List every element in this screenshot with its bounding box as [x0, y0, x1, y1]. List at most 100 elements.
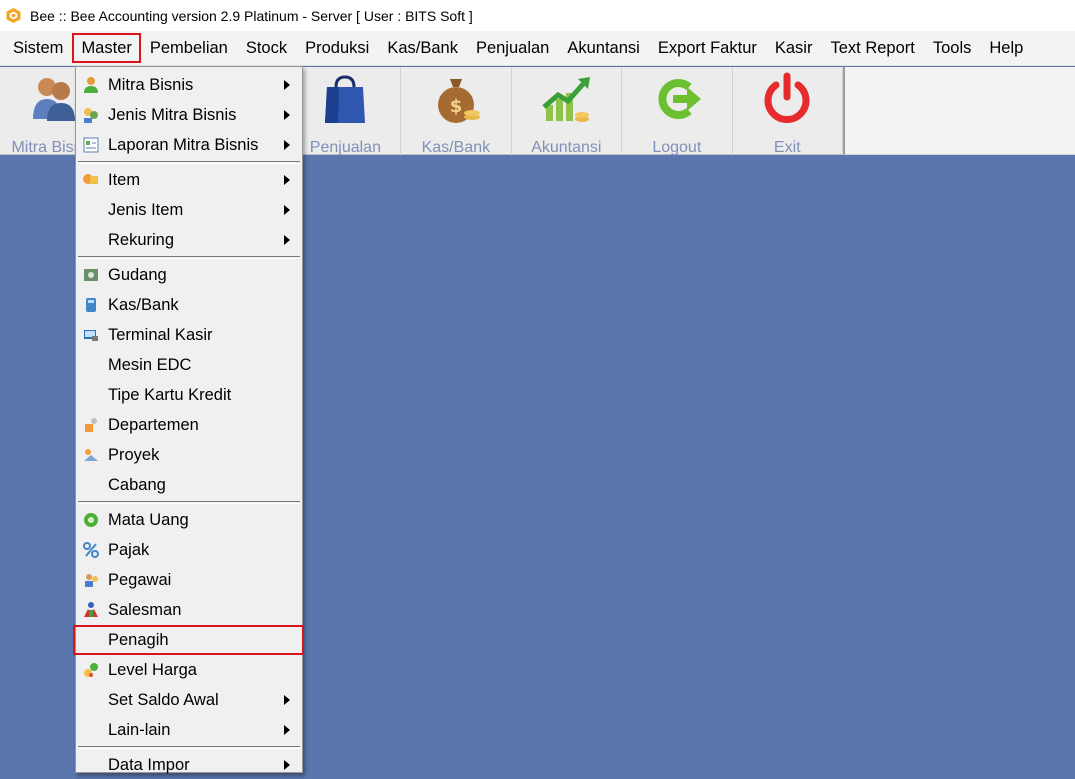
menu-item-label: Set Saldo Awal — [108, 690, 219, 709]
toolbar-exit-button[interactable]: Exit — [733, 67, 843, 156]
menu-item-label: Laporan Mitra Bisnis — [108, 135, 259, 154]
toolbar-akuntansi-button[interactable]: Akuntansi — [512, 67, 623, 156]
menu-pembelian[interactable]: Pembelian — [141, 33, 237, 63]
menu-item-label: Level Harga — [108, 660, 197, 679]
menu-item-pegawai[interactable]: Pegawai — [76, 565, 302, 595]
menu-item-label: Departemen — [108, 415, 199, 434]
menu-item-label: Tipe Kartu Kredit — [108, 385, 232, 404]
report-icon — [80, 134, 102, 156]
menu-item-penagih[interactable]: Penagih — [73, 625, 304, 655]
menu-stock[interactable]: Stock — [237, 33, 296, 63]
menu-export-faktur[interactable]: Export Faktur — [649, 33, 766, 63]
menu-item-label: Mitra Bisnis — [108, 75, 194, 94]
menu-item-item[interactable]: Item — [76, 165, 302, 195]
menu-item-label: Lain-lain — [108, 720, 171, 739]
price-level-icon — [80, 659, 102, 681]
menu-item-mesin-edc[interactable]: Mesin EDC — [76, 350, 302, 380]
menu-item-label: Rekuring — [108, 230, 175, 249]
window-title: Bee :: Bee Accounting version 2.9 Platin… — [30, 7, 473, 24]
toolbar-label: Kas/Bank — [421, 139, 491, 156]
toolbar-kas-bank-button[interactable]: $ Kas/Bank — [401, 67, 512, 156]
menu-item-salesman[interactable]: Salesman — [76, 595, 302, 625]
business-partners-icon — [25, 71, 81, 127]
menu-sistem[interactable]: Sistem — [4, 33, 72, 63]
submenu-arrow-icon — [284, 80, 290, 90]
menu-item-gudang[interactable]: Gudang — [76, 260, 302, 290]
menu-separator — [78, 501, 300, 504]
person-icon — [80, 74, 102, 96]
menu-item-data-impor[interactable]: Data Impor — [76, 750, 302, 779]
menu-item-terminal-kasir[interactable]: Terminal Kasir — [76, 320, 302, 350]
menu-item-jenis-mitra-bisnis[interactable]: Jenis Mitra Bisnis — [76, 100, 302, 130]
menu-kasir[interactable]: Kasir — [766, 33, 822, 63]
menu-item-label: Cabang — [108, 475, 166, 494]
menu-item-rekuring[interactable]: Rekuring — [76, 225, 302, 255]
menu-item-label: Mesin EDC — [108, 355, 192, 374]
item-box-icon — [80, 169, 102, 191]
shopping-bag-icon — [317, 71, 373, 127]
toolbar-penjualan-button[interactable]: Penjualan — [291, 67, 402, 156]
menu-item-label: Kas/Bank — [108, 295, 179, 314]
empty-icon-slot — [80, 229, 102, 251]
menu-item-kas-bank[interactable]: Kas/Bank — [76, 290, 302, 320]
growth-chart-icon — [538, 71, 594, 127]
menu-item-tipe-kartu-kredit[interactable]: Tipe Kartu Kredit — [76, 380, 302, 410]
menu-item-jenis-item[interactable]: Jenis Item — [76, 195, 302, 225]
submenu-arrow-icon — [284, 760, 290, 770]
menu-master[interactable]: Master — [72, 33, 141, 63]
menu-item-level-harga[interactable]: Level Harga — [76, 655, 302, 685]
warehouse-icon — [80, 264, 102, 286]
menu-item-cabang[interactable]: Cabang — [76, 470, 302, 500]
empty-icon-slot — [80, 719, 102, 741]
menu-item-departemen[interactable]: Departemen — [76, 410, 302, 440]
empty-icon-slot — [80, 689, 102, 711]
menu-text-report[interactable]: Text Report — [821, 33, 923, 63]
menu-item-set-saldo-awal[interactable]: Set Saldo Awal — [76, 685, 302, 715]
menu-item-lain-lain[interactable]: Lain-lain — [76, 715, 302, 745]
menu-bar: Sistem Master Pembelian Stock Produksi Kas/Ba… — [0, 31, 1075, 66]
toolbar-empty-area — [845, 67, 1075, 155]
menu-item-pajak[interactable]: Pajak — [76, 535, 302, 565]
empty-icon-slot — [80, 629, 102, 651]
submenu-arrow-icon — [284, 175, 290, 185]
menu-item-laporan-mitra-bisnis[interactable]: Laporan Mitra Bisnis — [76, 130, 302, 160]
menu-item-label: Penagih — [108, 630, 169, 649]
menu-akuntansi[interactable]: Akuntansi — [558, 33, 648, 63]
menu-produksi[interactable]: Produksi — [296, 33, 378, 63]
toolbar-label: Exit — [773, 139, 801, 156]
menu-item-label: Jenis Item — [108, 200, 184, 219]
submenu-arrow-icon — [284, 205, 290, 215]
percent-icon — [80, 539, 102, 561]
menu-item-label: Pegawai — [108, 570, 172, 589]
menu-item-mitra-bisnis[interactable]: Mitra Bisnis — [76, 70, 302, 100]
menu-separator — [78, 256, 300, 259]
menu-item-label: Data Impor — [108, 755, 190, 774]
menu-item-proyek[interactable]: Proyek — [76, 440, 302, 470]
empty-icon-slot — [80, 754, 102, 776]
toolbar-label: Logout — [652, 139, 702, 156]
menu-help[interactable]: Help — [980, 33, 1032, 63]
menu-penjualan[interactable]: Penjualan — [467, 33, 558, 63]
toolbar-logout-button[interactable]: Logout — [622, 67, 733, 156]
empty-icon-slot — [80, 384, 102, 406]
employee-icon — [80, 569, 102, 591]
menu-item-label: Proyek — [108, 445, 160, 464]
menu-separator — [78, 746, 300, 749]
terminal-icon — [80, 324, 102, 346]
submenu-arrow-icon — [284, 140, 290, 150]
department-icon — [80, 414, 102, 436]
project-icon — [80, 444, 102, 466]
logout-arrow-icon — [649, 71, 705, 127]
menu-tools[interactable]: Tools — [924, 33, 981, 63]
menu-item-label: Terminal Kasir — [108, 325, 213, 344]
currency-coin-icon — [80, 509, 102, 531]
toolbar-label: Penjualan — [309, 139, 381, 156]
empty-icon-slot — [80, 474, 102, 496]
menu-kas-bank[interactable]: Kas/Bank — [378, 33, 467, 63]
menu-item-mata-uang[interactable]: Mata Uang — [76, 505, 302, 535]
menu-item-label: Pajak — [108, 540, 150, 559]
menu-item-label: Mata Uang — [108, 510, 189, 529]
submenu-arrow-icon — [284, 725, 290, 735]
menu-item-label: Gudang — [108, 265, 167, 284]
money-bag-icon: $ — [428, 71, 484, 127]
